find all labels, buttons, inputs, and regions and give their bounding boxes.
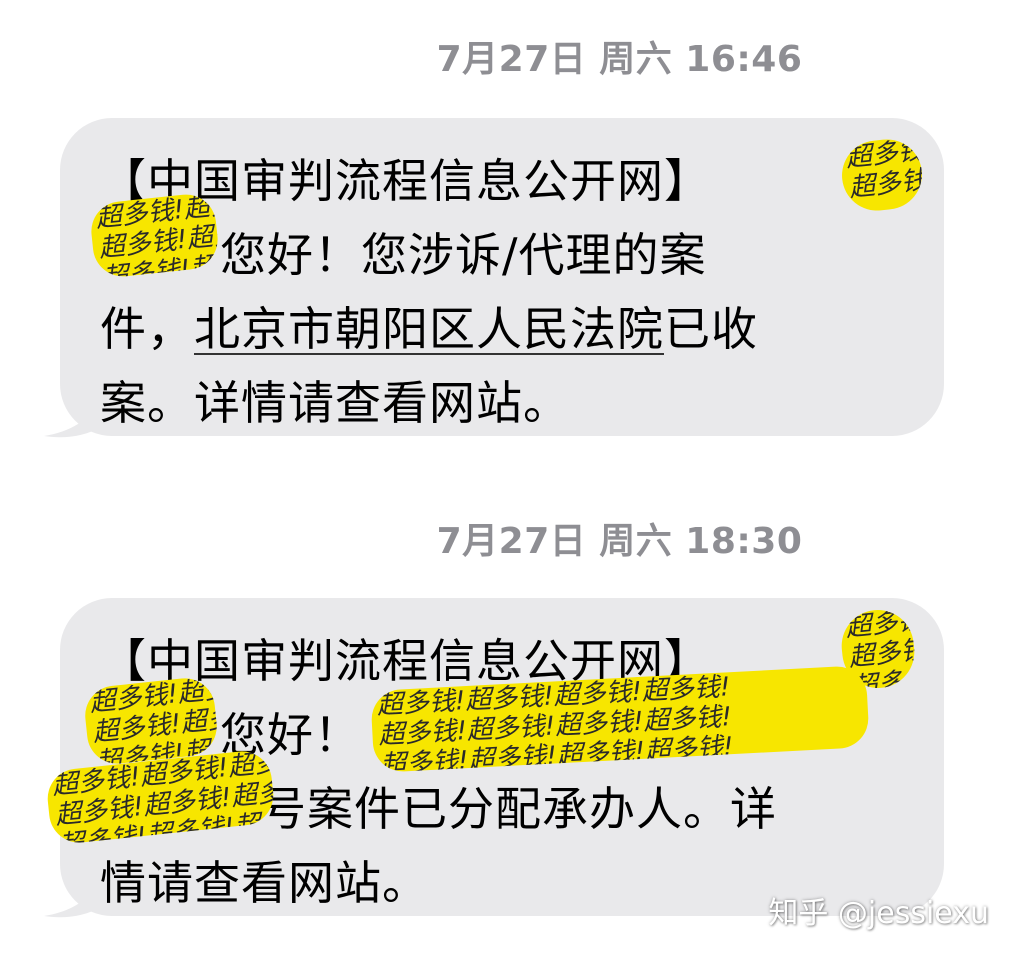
redaction-highlight: 超多钱!超多钱!超多钱!超多钱! 超多钱!超多钱!超多钱!超多钱! 超多钱!超多钱!… [88,191,221,280]
message-line: 【中国审判流程信息公开网】 [100,154,711,208]
message-line: 案。详情请查看网站。 [100,376,570,430]
message-thread: 7月27日 周六 16:46 【中国审判流程信息公开网】 您好！您涉诉/代理的案… [0,0,1019,956]
redaction-highlight: 超多钱!超多钱!超多钱!超多钱! 超多钱!超多钱!超多钱!超多钱! 超多钱!超多钱!… [82,675,220,767]
message-line: 件，北京市朝阳区人民法院已收 [100,302,758,356]
watermark: 知乎 @jessiexu [768,896,989,931]
message-line: 您好！您涉诉/代理的案 [220,228,707,282]
court-name-link[interactable]: 北京市朝阳区人民法院 [194,302,664,356]
message-bubble[interactable]: 【中国审判流程信息公开网】 您好！您涉诉/代理的案 件，北京市朝阳区人民法院已收… [60,118,944,436]
message-timestamp: 7月27日 周六 16:46 [436,39,803,80]
message-timestamp: 7月27日 周六 18:30 [436,521,803,562]
